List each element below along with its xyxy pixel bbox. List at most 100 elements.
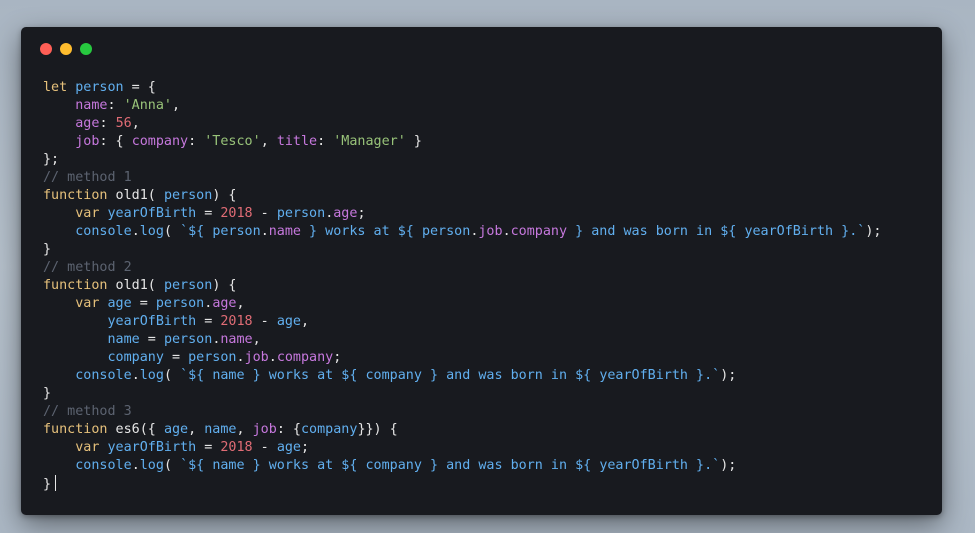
code-token: console: [75, 224, 132, 239]
code-token: 'Anna': [123, 98, 172, 113]
code-token: =: [163, 350, 189, 365]
code-token: age: [276, 314, 301, 329]
code-token: 2018: [220, 206, 253, 221]
code-token: title: [276, 134, 318, 149]
maximize-window-button[interactable]: [80, 43, 92, 55]
code-token: name: [268, 224, 301, 239]
code-token: job: [252, 422, 277, 437]
code-token: company: [131, 134, 189, 149]
code-token: age: [333, 206, 358, 221]
code-token: 56: [115, 116, 132, 131]
code-token: company: [301, 422, 358, 437]
code-token: log: [139, 224, 164, 239]
code-line: job: { company: 'Tesco', title: 'Manager…: [43, 133, 882, 151]
code-token: age: [75, 116, 100, 131]
code-token: person: [163, 332, 213, 347]
code-token: person: [155, 296, 205, 311]
code-token: age: [212, 296, 237, 311]
code-token: =: [196, 206, 221, 221]
code-token: ,: [252, 332, 261, 347]
code-token: ;: [333, 350, 342, 365]
code-token: person: [212, 224, 261, 239]
code-line: function old1( person) {: [43, 277, 882, 295]
code-token: }: [43, 477, 52, 492]
code-token: );: [720, 368, 737, 383]
code-token: ,: [172, 98, 181, 113]
code-token: let: [43, 80, 68, 95]
code-token: }: [43, 386, 52, 401]
code-token: function: [43, 278, 108, 293]
code-token: ,: [131, 116, 140, 131]
code-token: 'Tesco': [204, 134, 261, 149]
code-token: }.`: [833, 224, 866, 239]
code-token: ;: [301, 440, 310, 455]
code-token: ;: [357, 206, 366, 221]
code-token: = {: [123, 80, 156, 95]
code-token: job: [75, 134, 100, 149]
code-token: }.`: [688, 368, 721, 383]
code-token: yearOfBirth: [107, 314, 197, 329]
code-line: }: [43, 475, 882, 493]
code-token: (: [163, 368, 181, 383]
code-editor[interactable]: let person = { name: 'Anna', age: 56, jo…: [43, 79, 882, 493]
code-token: =: [131, 296, 156, 311]
code-token: person: [163, 278, 213, 293]
code-line: }: [43, 241, 882, 259]
code-token: // method 3: [43, 404, 132, 419]
code-token: // method 1: [43, 170, 132, 185]
code-token: ,: [301, 314, 310, 329]
code-line: var yearOfBirth = 2018 - person.age;: [43, 205, 882, 223]
minimize-window-button[interactable]: [60, 43, 72, 55]
code-token: var: [75, 206, 100, 221]
code-line: console.log( `${ name } works at ${ comp…: [43, 367, 882, 385]
code-token: `${: [180, 224, 213, 239]
code-token: ,: [260, 134, 277, 149]
code-line: console.log( `${ person.name } works at …: [43, 223, 881, 241]
code-token: ,: [236, 296, 245, 311]
code-token: age: [107, 296, 132, 311]
code-token: ,: [236, 422, 253, 437]
code-token: }.`: [688, 458, 721, 473]
code-token: // method 2: [43, 260, 132, 275]
code-token: yearOfBirth: [744, 224, 834, 239]
code-line: // method 2: [43, 259, 882, 277]
code-line: console.log( `${ name } works at ${ comp…: [43, 457, 882, 475]
code-token: ,: [188, 422, 205, 437]
code-token: .: [236, 350, 245, 365]
code-line: let person = {: [43, 79, 882, 97]
code-line: function es6({ age, name, job: {company}…: [43, 421, 882, 439]
code-token: } works at ${: [244, 458, 366, 473]
code-token: } and was born in ${: [421, 368, 600, 383]
code-token: yearOfBirth: [599, 368, 688, 383]
code-token: console: [75, 368, 132, 383]
code-token: yearOfBirth: [107, 440, 197, 455]
code-line: name: 'Anna',: [43, 97, 882, 115]
code-token: (: [163, 224, 181, 239]
code-token: function: [43, 188, 108, 203]
code-line: yearOfBirth = 2018 - age,: [43, 313, 882, 331]
code-token: var: [75, 296, 100, 311]
code-token: :: [99, 116, 116, 131]
code-token: log: [139, 458, 164, 473]
code-token: yearOfBirth: [107, 206, 197, 221]
code-line: var age = person.age,: [43, 295, 882, 313]
code-token: .: [131, 458, 140, 473]
close-window-button[interactable]: [40, 43, 52, 55]
code-line: var yearOfBirth = 2018 - age;: [43, 439, 882, 457]
code-token: company: [276, 350, 334, 365]
code-token: person: [75, 80, 124, 95]
code-token: } and was born in ${: [421, 458, 600, 473]
code-token: =: [196, 314, 221, 329]
code-token: person: [188, 350, 237, 365]
